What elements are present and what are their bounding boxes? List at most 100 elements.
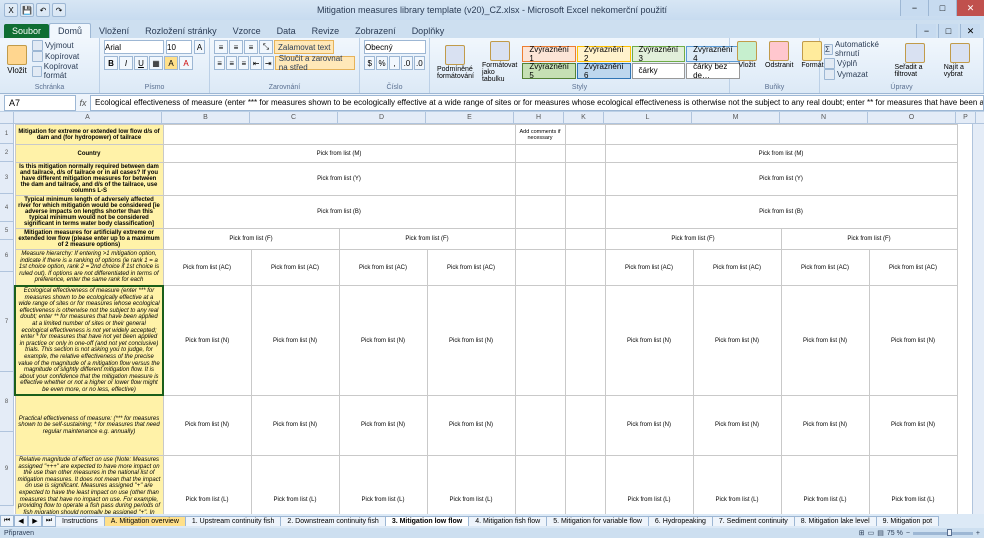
clear-button[interactable]: Vymazat bbox=[824, 69, 890, 80]
sheet-tab-overview[interactable]: A. Mitigation overview bbox=[104, 516, 186, 526]
col-O[interactable]: O bbox=[868, 112, 956, 123]
find-select-button[interactable]: Najít a vybrat bbox=[941, 42, 979, 79]
cell[interactable]: Pick from list (AC) bbox=[251, 250, 339, 286]
percent-button[interactable]: % bbox=[376, 56, 387, 70]
paste-button[interactable]: Vložit bbox=[4, 44, 30, 76]
inc-decimal-button[interactable]: .0 bbox=[401, 56, 412, 70]
vertical-scrollbar[interactable] bbox=[972, 124, 984, 514]
cell[interactable] bbox=[163, 125, 515, 145]
cell[interactable]: Pick from list (L) bbox=[339, 455, 427, 518]
tab-insert[interactable]: Vložení bbox=[91, 24, 137, 38]
sheet-tab-4[interactable]: 4. Mitigation fish flow bbox=[468, 516, 547, 526]
cell[interactable]: Pick from list (N) bbox=[251, 395, 339, 455]
doc-close-button[interactable]: ✕ bbox=[960, 24, 980, 38]
cell[interactable]: Pick from list (N) bbox=[869, 395, 957, 455]
currency-button[interactable]: $ bbox=[364, 56, 375, 70]
row-header-9[interactable]: 9 bbox=[0, 432, 14, 506]
cell[interactable] bbox=[515, 163, 565, 196]
font-size-select[interactable] bbox=[166, 40, 192, 54]
sort-filter-button[interactable]: Seřadit a filtrovat bbox=[892, 42, 939, 79]
align-left-button[interactable]: ≡ bbox=[214, 56, 225, 70]
cell-country-2[interactable]: Pick from list (M) bbox=[605, 145, 957, 163]
sheet-prev-button[interactable]: ◀ bbox=[14, 515, 28, 527]
cell[interactable]: Pick from list (N) bbox=[163, 286, 251, 396]
cell[interactable]: Pick from list (N) bbox=[605, 286, 693, 396]
cell[interactable]: Pick from list (AC) bbox=[339, 250, 427, 286]
grow-font-button[interactable]: A bbox=[194, 40, 205, 54]
cell[interactable]: Pick from list (Y) bbox=[605, 163, 957, 196]
minimize-button[interactable]: − bbox=[900, 0, 928, 16]
cell[interactable]: Pick from list (N) bbox=[427, 395, 515, 455]
sheet-last-button[interactable]: ⏭ bbox=[42, 515, 56, 527]
close-button[interactable]: ✕ bbox=[956, 0, 984, 16]
copy-button[interactable]: Kopírovat bbox=[32, 51, 95, 62]
tab-view[interactable]: Zobrazení bbox=[347, 24, 404, 38]
col-B[interactable]: B bbox=[162, 112, 250, 123]
tab-review[interactable]: Revize bbox=[304, 24, 348, 38]
fx-icon[interactable]: fx bbox=[76, 98, 90, 108]
cell[interactable]: Pick from list (N) bbox=[693, 395, 781, 455]
cell[interactable]: Pick from list (AC) bbox=[605, 250, 693, 286]
row-header-7[interactable]: 7 bbox=[0, 272, 14, 372]
cell[interactable]: Pick from list (N) bbox=[163, 395, 251, 455]
wrap-text-button[interactable]: Zalamovat text bbox=[274, 40, 334, 54]
sheet-next-button[interactable]: ▶ bbox=[28, 515, 42, 527]
cell[interactable]: Pick from list (N) bbox=[427, 286, 515, 396]
style-chip-5[interactable]: Zvýraznění 5 bbox=[522, 63, 576, 79]
zoom-thumb[interactable] bbox=[947, 529, 952, 536]
cell[interactable]: Pick from list (AC) bbox=[427, 250, 515, 286]
cell[interactable] bbox=[515, 395, 565, 455]
col-C[interactable]: C bbox=[250, 112, 338, 123]
tab-layout[interactable]: Rozložení stránky bbox=[137, 24, 225, 38]
cell[interactable]: Pick from list (Y) bbox=[163, 163, 515, 196]
row-header-5[interactable]: 5 bbox=[0, 222, 14, 240]
row-header-1[interactable]: 1 bbox=[0, 124, 14, 144]
cell[interactable] bbox=[515, 196, 565, 229]
cell[interactable]: Pick from list (AC) bbox=[163, 250, 251, 286]
border-button[interactable]: ▦ bbox=[149, 56, 163, 70]
col-P[interactable]: P bbox=[956, 112, 976, 123]
format-painter-button[interactable]: Kopírovat formát bbox=[32, 62, 95, 80]
select-all-corner[interactable] bbox=[0, 112, 14, 123]
sheet-tab-3[interactable]: 3. Mitigation low flow bbox=[385, 516, 469, 526]
col-H[interactable]: H bbox=[514, 112, 564, 123]
name-box[interactable]: A7 bbox=[4, 95, 76, 111]
italic-button[interactable]: I bbox=[119, 56, 133, 70]
orientation-button[interactable]: ⤡ bbox=[259, 40, 273, 54]
align-bottom-button[interactable]: ≡ bbox=[244, 40, 258, 54]
dec-decimal-button[interactable]: .0 bbox=[414, 56, 425, 70]
cell[interactable]: Pick from list (B) bbox=[163, 196, 515, 229]
insert-cells-button[interactable]: Vložit bbox=[734, 40, 760, 70]
style-chip-3[interactable]: Zvýraznění 3 bbox=[632, 46, 686, 62]
sheet-tab-6[interactable]: 6. Hydropeaking bbox=[648, 516, 713, 526]
view-break-button[interactable]: ▤ bbox=[877, 529, 884, 537]
cell[interactable]: Pick from list (N) bbox=[605, 395, 693, 455]
cell[interactable]: Pick from list (F) bbox=[605, 229, 781, 250]
underline-button[interactable]: U bbox=[134, 56, 148, 70]
formula-input[interactable]: Ecological effectiveness of measure (ent… bbox=[90, 95, 984, 111]
col-E[interactable]: E bbox=[426, 112, 514, 123]
cell[interactable] bbox=[605, 125, 957, 145]
indent-inc-button[interactable]: ⇥ bbox=[263, 56, 274, 70]
number-format-select[interactable] bbox=[364, 40, 426, 54]
cell[interactable]: Pick from list (B) bbox=[605, 196, 957, 229]
col-M[interactable]: M bbox=[692, 112, 780, 123]
tab-home[interactable]: Domů bbox=[49, 23, 91, 38]
cell[interactable]: Pick from list (N) bbox=[339, 395, 427, 455]
style-chip-6[interactable]: Zvýraznění 6 bbox=[577, 63, 631, 79]
sheet-tab-5[interactable]: 5. Mitigation for variable flow bbox=[546, 516, 649, 526]
cell[interactable]: Pick from list (F) bbox=[339, 229, 515, 250]
comma-button[interactable]: , bbox=[389, 56, 400, 70]
cell[interactable]: Pick from list (L) bbox=[869, 455, 957, 518]
autosum-button[interactable]: ΣAutomatické shrnutí bbox=[824, 40, 890, 58]
font-name-select[interactable] bbox=[104, 40, 164, 54]
sheet-tab-instructions[interactable]: Instructions bbox=[55, 516, 105, 526]
cell[interactable] bbox=[515, 145, 565, 163]
cell[interactable]: Pick from list (L) bbox=[251, 455, 339, 518]
style-chip-7[interactable]: čárky bbox=[632, 63, 686, 79]
cell-country-1[interactable]: Pick from list (M) bbox=[163, 145, 515, 163]
style-chip-2[interactable]: Zvýraznění 2 bbox=[577, 46, 631, 62]
row-header-8[interactable]: 8 bbox=[0, 372, 14, 432]
cell[interactable]: Pick from list (L) bbox=[163, 455, 251, 518]
zoom-level[interactable]: 75 % bbox=[887, 530, 903, 537]
